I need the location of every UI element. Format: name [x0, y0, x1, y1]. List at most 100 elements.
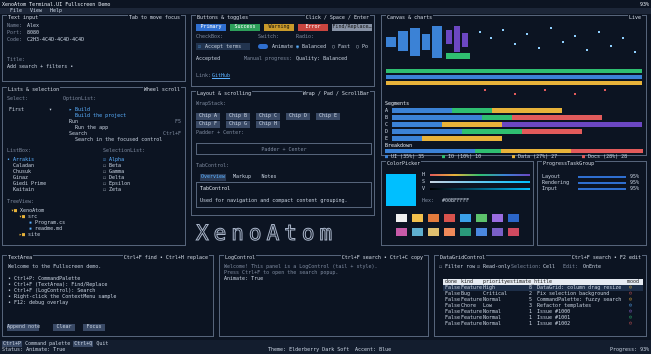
radio-fast[interactable]: Fast	[338, 44, 350, 50]
primary-button[interactable]: Primary	[196, 24, 226, 31]
row7-title[interactable]: Issue #1002	[537, 321, 570, 327]
hue-label: H	[422, 172, 426, 178]
swatch-10[interactable]	[412, 228, 423, 236]
option-search-key: Ctrl+F	[163, 131, 182, 137]
tab-notes[interactable]: Notes	[258, 174, 280, 181]
github-link[interactable]: GitHub	[212, 73, 230, 79]
braille-canvas	[384, 23, 644, 100]
menu-help[interactable]: Help	[50, 8, 62, 14]
radio-po[interactable]: Po	[362, 44, 368, 50]
swatch-14[interactable]	[476, 228, 487, 236]
layout-hint: Wrap / Pad / ScrollBar	[301, 91, 370, 97]
hue-slider[interactable]	[430, 174, 530, 176]
segment-row-e: E	[385, 136, 389, 142]
legend-docs-icon: ■	[582, 154, 586, 160]
segment-e-ui	[392, 136, 422, 141]
chip-d[interactable]: Chip D	[286, 113, 310, 120]
append-note-button[interactable]: Append note	[7, 324, 40, 331]
progress-panel: ProgressTaskGroup Layout 95% Rendering 9…	[537, 161, 647, 246]
chip-f[interactable]: Chip F	[196, 121, 220, 128]
swatch-7[interactable]	[492, 214, 503, 222]
select-dropdown[interactable]: First	[9, 107, 24, 113]
tab-heading: TabControl	[200, 186, 231, 192]
segment-d-docs	[522, 129, 582, 134]
datagrid-table: done kind priority estimate_h title mood…	[443, 279, 643, 337]
legend-ui-icon: ■	[385, 154, 389, 160]
row7-done[interactable]: False	[445, 321, 460, 327]
listbox-label: ListBox:	[7, 148, 32, 154]
segment-c-ui	[392, 122, 442, 127]
swatch-5[interactable]	[460, 214, 471, 222]
focus-button[interactable]: Focus	[83, 324, 105, 331]
name-field[interactable]: Alex	[27, 23, 39, 29]
tab-body: Used for navigation and compact content …	[200, 198, 348, 204]
radio-empty-icon-2[interactable]: ○	[356, 44, 359, 50]
swatch-8[interactable]	[508, 214, 519, 222]
radio-balanced[interactable]: Balanced	[302, 44, 326, 50]
canvas-scatter-dots	[479, 27, 636, 53]
textarea-line-7: • F12: debug overlay	[8, 300, 69, 306]
swatch-grid	[396, 214, 526, 242]
row7-priority[interactable]: Normal	[483, 321, 501, 327]
canvas-panel: Canvas & charts Live Segments A B C D E …	[381, 15, 647, 160]
swatch-2[interactable]	[412, 214, 423, 222]
error-button[interactable]: Error	[298, 24, 328, 31]
find-replace-button[interactable]: Find/Replace…	[332, 24, 372, 31]
canvas-gradient-strip	[386, 69, 642, 85]
tab-markup[interactable]: Markup	[230, 174, 254, 181]
menu-file[interactable]: File	[10, 8, 22, 14]
chevron-down-icon[interactable]: ▾	[49, 107, 52, 113]
chip-e[interactable]: Chip E	[316, 113, 340, 120]
code-label: Code:	[7, 37, 23, 43]
code-field[interactable]: C2H3-4C4D-4C4D-4C4D	[27, 37, 84, 43]
warning-button[interactable]: Warning	[264, 24, 294, 31]
saturation-slider[interactable]	[430, 181, 530, 183]
swatch-1[interactable]	[396, 214, 407, 222]
textarea-line-1: Welcome to the Fullscreen demo.	[8, 264, 102, 270]
shortcut-ctrl-q[interactable]: Ctrl+Q	[73, 341, 94, 347]
swatch-16[interactable]	[508, 228, 519, 236]
tab-overview[interactable]: Overview	[200, 174, 226, 181]
value-slider[interactable]	[430, 188, 530, 190]
swatch-3[interactable]	[428, 214, 439, 222]
listbox-item-kaitain[interactable]: Kaitain	[13, 187, 34, 193]
radio-selected-icon[interactable]: ◉	[296, 44, 299, 50]
chip-h[interactable]: Chip H	[256, 121, 280, 128]
swatch-9[interactable]	[396, 228, 407, 236]
menu-view[interactable]: View	[30, 8, 42, 14]
animate-switch[interactable]	[258, 44, 268, 49]
hex-field[interactable]: #00BFFFFF	[442, 198, 469, 204]
segments-label: Segments	[385, 101, 410, 107]
success-button[interactable]: Success	[230, 24, 260, 31]
clear-button[interactable]: Clear	[53, 324, 75, 331]
swatch-15[interactable]	[492, 228, 503, 236]
swatch-11[interactable]	[428, 228, 439, 236]
row7-estimate[interactable]: 1	[529, 321, 532, 327]
edit-dropdown[interactable]: OnEnte	[583, 264, 601, 270]
option-run-key: F5	[175, 119, 182, 125]
radio-empty-icon[interactable]: ○	[332, 44, 335, 50]
segment-b-io	[482, 115, 512, 120]
swatch-13[interactable]	[460, 228, 471, 236]
buttons-title: Buttons & toggles	[196, 15, 250, 21]
folder-icon: ▾■	[19, 214, 26, 220]
accent-text: Accent: Blue	[355, 347, 392, 353]
chip-c[interactable]: Chip C	[256, 113, 280, 120]
row7-kind[interactable]: Feature	[461, 321, 482, 327]
swatch-12[interactable]	[444, 228, 455, 236]
textarea-editor[interactable]: Welcome to the Fullscreen demo. • Ctrl+P…	[6, 263, 210, 317]
log-panel: LogControl Ctrl+F search • Ctrl+C copy W…	[219, 255, 429, 337]
swatch-4[interactable]	[444, 214, 455, 222]
title-field[interactable]: Add search + filters •	[7, 64, 73, 70]
chip-a[interactable]: Chip A	[196, 113, 220, 120]
segment-d-io	[462, 129, 522, 134]
port-field[interactable]: 8080	[27, 30, 39, 36]
selection-dropdown[interactable]: Cell	[543, 264, 555, 270]
chip-g[interactable]: Chip G	[226, 121, 250, 128]
radio-label: Radio:	[296, 34, 315, 40]
chip-b[interactable]: Chip B	[226, 113, 250, 120]
layout-title: Layout & scrolling	[196, 91, 253, 97]
tab-content: TabControl Used for navigation and compa…	[196, 182, 372, 208]
swatch-6[interactable]	[476, 214, 487, 222]
canvas-bars-middle	[446, 26, 470, 59]
